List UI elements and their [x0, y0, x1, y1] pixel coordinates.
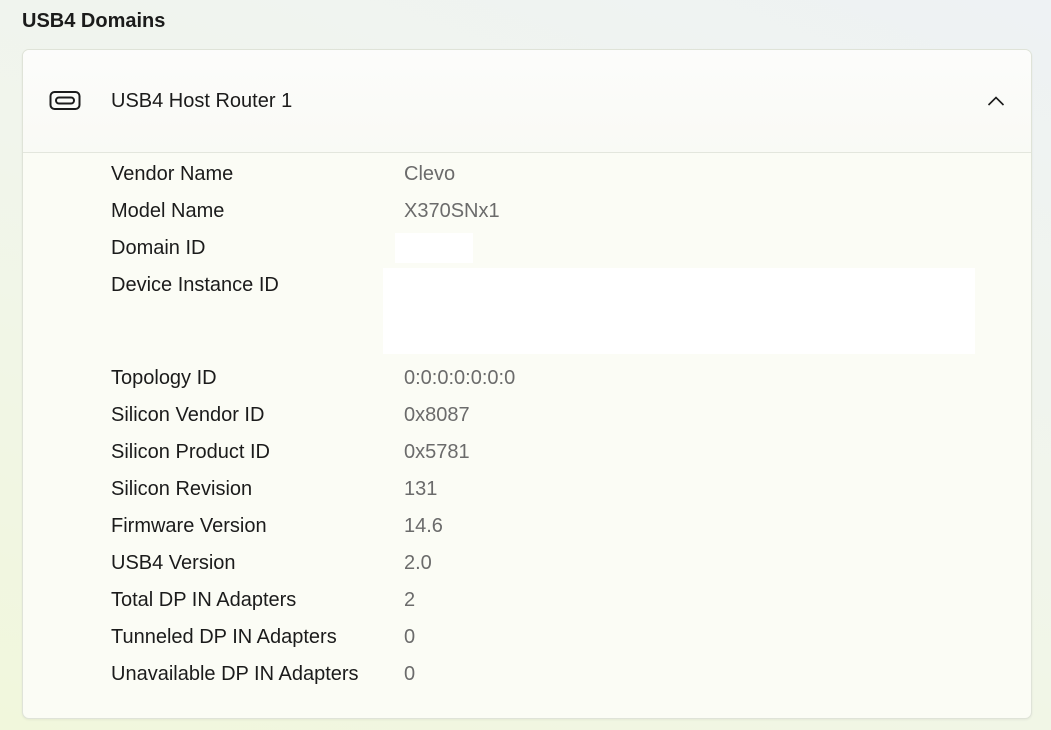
property-value: Clevo: [404, 163, 456, 185]
redacted-value: [383, 268, 975, 354]
property-label: Device Instance ID: [111, 274, 279, 296]
usb4-router-card: USB4 Host Router 1 Vendor Name Clevo Mod…: [22, 49, 1032, 719]
property-row-topology-id: Topology ID 0:0:0:0:0:0:0: [23, 367, 1031, 404]
property-label: Silicon Revision: [111, 478, 253, 500]
property-value: 14.6: [404, 515, 443, 537]
property-label: Tunneled DP IN Adapters: [111, 626, 337, 648]
property-row-usb4-version: USB4 Version 2.0: [23, 552, 1031, 589]
property-list: Vendor Name Clevo Model Name X370SNx1 Do…: [23, 163, 1031, 700]
property-value: 0:0:0:0:0:0:0: [404, 367, 516, 389]
property-value: 0: [404, 626, 416, 648]
property-value: 0x5781: [404, 441, 470, 463]
property-value: X370SNx1: [404, 200, 500, 222]
router-expander-header[interactable]: USB4 Host Router 1: [23, 50, 1031, 153]
property-label: Silicon Vendor ID: [111, 404, 265, 426]
property-row-vendor-name: Vendor Name Clevo: [23, 163, 1031, 200]
property-row-silicon-product-id: Silicon Product ID 0x5781: [23, 441, 1031, 478]
router-title: USB4 Host Router 1: [111, 90, 293, 112]
property-row-silicon-vendor-id: Silicon Vendor ID 0x8087: [23, 404, 1031, 441]
property-label: Domain ID: [111, 237, 206, 259]
property-label: Model Name: [111, 200, 225, 222]
property-label: Topology ID: [111, 367, 217, 389]
redacted-value: [395, 233, 473, 263]
property-row-unavailable-dp-in-adapters: Unavailable DP IN Adapters 0: [23, 663, 1031, 700]
property-row-tunneled-dp-in-adapters: Tunneled DP IN Adapters 0: [23, 626, 1031, 663]
property-label: Total DP IN Adapters: [111, 589, 297, 611]
property-value: 131: [404, 478, 438, 500]
property-value: 0x8087: [404, 404, 470, 426]
chevron-up-icon[interactable]: [987, 94, 1005, 106]
property-label: Vendor Name: [111, 163, 234, 185]
usb-c-port-icon: [49, 90, 81, 112]
property-label: Silicon Product ID: [111, 441, 270, 463]
property-value: 0: [404, 663, 416, 685]
property-label: Firmware Version: [111, 515, 267, 537]
section-title: USB4 Domains: [22, 10, 166, 32]
property-row-device-instance-id: Device Instance ID: [23, 268, 1031, 367]
property-row-model-name: Model Name X370SNx1: [23, 200, 1031, 237]
property-label: Unavailable DP IN Adapters: [111, 663, 359, 685]
property-value: 2: [404, 589, 416, 611]
property-row-firmware-version: Firmware Version 14.6: [23, 515, 1031, 552]
property-row-silicon-revision: Silicon Revision 131: [23, 478, 1031, 515]
property-row-total-dp-in-adapters: Total DP IN Adapters 2: [23, 589, 1031, 626]
property-label: USB4 Version: [111, 552, 236, 574]
property-value: 2.0: [404, 552, 432, 574]
